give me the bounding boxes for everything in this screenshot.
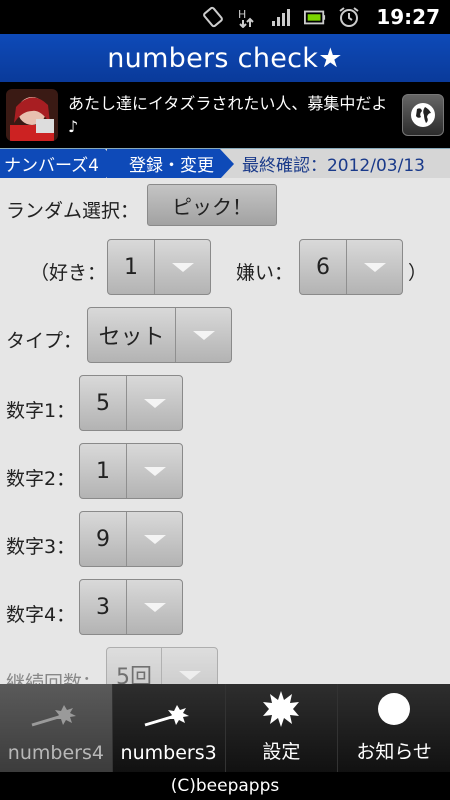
digit-3-spinner[interactable]: 9 (79, 511, 183, 567)
like-value: 1 (124, 254, 138, 280)
svg-text:H: H (238, 8, 246, 21)
digit-4-spinner[interactable]: 3 (79, 579, 183, 635)
type-value: セット (98, 325, 165, 350)
globe-icon[interactable] (402, 94, 444, 136)
chevron-down-icon[interactable] (126, 512, 182, 566)
continuation-label: 継続回数： (6, 672, 102, 684)
tab-label: numbers4 (7, 742, 104, 764)
tab-label: お知らせ (356, 741, 432, 763)
battery-icon (304, 6, 326, 28)
continuation-value: 5回 (116, 665, 152, 684)
wand-icon (139, 692, 199, 736)
tab-label: 設定 (262, 741, 301, 763)
chevron-down-icon[interactable] (126, 376, 182, 430)
ad-text[interactable]: あたし達にイタズラされたい人、募集中だよ♪ (68, 92, 388, 138)
alarm-clock-icon (338, 6, 360, 28)
digit-label: 数字3： (6, 536, 76, 558)
main-content[interactable]: ランダム選択： ピック！ （好き： 1 嫌い： 6 ） タイプ： セット 数字1… (0, 178, 450, 684)
type-spinner[interactable]: セット (87, 307, 232, 363)
digit-label: 数字2： (6, 468, 76, 490)
chevron-down-icon[interactable] (126, 444, 182, 498)
rotate-icon (202, 6, 224, 28)
dislike-value: 6 (316, 254, 330, 280)
digit-value: 9 (96, 526, 110, 552)
data-transfer-icon: H (236, 6, 258, 28)
digit-value: 3 (96, 594, 110, 620)
ad-thumbnail[interactable] (6, 89, 58, 141)
signal-icon (270, 6, 292, 28)
tab-label: numbers3 (120, 742, 217, 764)
breadcrumb: ナンバーズ4 登録・変更 最終確認：2012/03/13 (0, 148, 450, 179)
status-time: 19:27 (376, 5, 440, 29)
tab-bar: numbers4 numbers3 設定 お知らせ (0, 684, 450, 772)
like-spinner[interactable]: 1 (107, 239, 211, 295)
chevron-down-icon[interactable] (154, 240, 210, 294)
tab-news[interactable]: お知らせ (338, 684, 450, 772)
digit-value: 1 (96, 458, 110, 484)
digit-value: 5 (96, 390, 110, 416)
chevron-down-icon[interactable] (161, 648, 217, 684)
pick-button[interactable]: ピック！ (147, 184, 277, 226)
random-select-label: ランダム選択： (6, 200, 140, 222)
continuation-spinner[interactable]: 5回 (106, 647, 218, 684)
close-paren: ） (408, 262, 428, 284)
digit-2-spinner[interactable]: 1 (79, 443, 183, 499)
digit-label: 数字4： (6, 604, 76, 626)
burst-icon (261, 687, 301, 731)
circle-icon (374, 687, 414, 731)
chevron-down-icon[interactable] (346, 240, 402, 294)
digit-1-spinner[interactable]: 5 (79, 375, 183, 431)
copyright-footer: (C)beepapps (0, 772, 450, 800)
chevron-down-icon[interactable] (175, 308, 231, 362)
app-title: numbers check★ (107, 42, 343, 74)
tab-numbers4[interactable]: numbers4 (0, 684, 113, 772)
dislike-label: 嫌い： (236, 262, 294, 284)
chevron-down-icon[interactable] (126, 580, 182, 634)
title-bar: numbers check★ (0, 34, 450, 82)
digit-label: 数字1： (6, 400, 76, 422)
status-bar: H 19:27 (0, 0, 450, 34)
tab-numbers3[interactable]: numbers3 (112, 684, 226, 772)
wand-icon (26, 692, 86, 736)
ad-banner[interactable]: あたし達にイタズラされたい人、募集中だよ♪ (0, 82, 450, 148)
like-label: （好き： (30, 262, 107, 284)
dislike-spinner[interactable]: 6 (299, 239, 403, 295)
breadcrumb-game[interactable]: ナンバーズ4 (0, 149, 119, 179)
tab-settings[interactable]: 設定 (225, 684, 339, 772)
type-label: タイプ： (6, 330, 83, 352)
breadcrumb-action[interactable]: 登録・変更 (106, 149, 234, 179)
last-checked-date: 最終確認：2012/03/13 (241, 156, 425, 176)
